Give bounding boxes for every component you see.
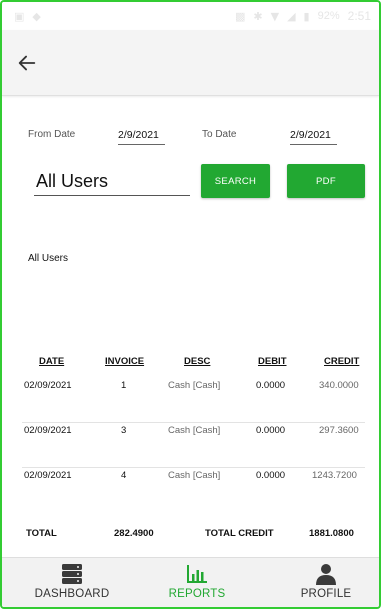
table-row: 02/09/2021 3 Cash [Cash] 0.0000 297.3600 — [2, 425, 379, 445]
header-credit: CREDIT — [324, 356, 360, 367]
date-filter-row: From Date 2/9/2021 To Date 2/9/2021 — [2, 126, 379, 146]
selected-user-caption: All Users — [28, 253, 69, 264]
row-desc: Cash [Cash] — [168, 470, 221, 481]
row-divider — [22, 467, 365, 468]
header-debit: DEBIT — [258, 356, 287, 367]
vibrate-icon: ▩ — [234, 9, 246, 23]
table-row: 02/09/2021 4 Cash [Cash] 0.0000 1243.720… — [2, 470, 379, 490]
bar-chart-icon — [187, 565, 207, 583]
total-credit: 1881.0800 — [309, 528, 354, 539]
row-divider — [22, 422, 365, 423]
status-right: ▩ ✱ ▼ ◢ ▮ 92% 2:51 — [235, 9, 371, 23]
bluetooth-icon: ✱ — [253, 9, 263, 23]
app-bar — [2, 30, 379, 96]
row-debit: 0.0000 — [256, 425, 286, 436]
header-invoice: INVOICE — [105, 356, 145, 367]
row-credit: 297.3600 — [319, 425, 359, 436]
row-invoice: 4 — [121, 470, 127, 481]
total-credit-label: TOTAL CREDIT — [205, 528, 274, 539]
nav-dashboard-label: DASHBOARD — [34, 588, 110, 600]
status-left: ▣ ◆ — [14, 10, 41, 23]
to-date-field[interactable]: 2/9/2021 — [290, 129, 337, 145]
battery-percent: 92% — [317, 10, 340, 22]
status-bar: ▣ ◆ ▩ ✱ ▼ ◢ ▮ 92% 2:51 — [2, 2, 379, 30]
row-invoice: 1 — [121, 380, 127, 391]
total-debit: 282.4900 — [114, 528, 154, 539]
signal-icon: ◢ — [287, 9, 296, 23]
header-date: DATE — [39, 356, 65, 367]
row-date: 02/09/2021 — [24, 425, 72, 436]
from-date-field[interactable]: 2/9/2021 — [118, 129, 165, 145]
app-frame: ▣ ◆ ▩ ✱ ▼ ◢ ▮ 92% 2:51 From Date 2/9/202… — [0, 0, 381, 609]
user-select-field[interactable] — [34, 168, 190, 196]
nav-reports[interactable]: REPORTS — [152, 558, 242, 607]
row-date: 02/09/2021 — [24, 380, 72, 391]
to-date-label: To Date — [202, 129, 237, 140]
row-desc: Cash [Cash] — [168, 380, 221, 391]
header-desc: DESC — [184, 356, 211, 367]
total-label: TOTAL — [26, 528, 57, 539]
nav-profile-label: PROFILE — [300, 588, 352, 600]
pdf-button[interactable]: PDF — [287, 164, 365, 198]
back-arrow-icon[interactable] — [16, 52, 38, 74]
row-credit: 340.0000 — [319, 380, 359, 391]
nav-reports-label: REPORTS — [168, 588, 226, 600]
from-date-label: From Date — [28, 129, 76, 140]
wifi-icon: ▼ — [270, 9, 280, 23]
message-icon: ▣ — [14, 9, 25, 23]
bottom-nav: DASHBOARD REPORTS PROFILE — [2, 557, 379, 607]
battery-icon: ▮ — [303, 9, 310, 23]
nav-profile[interactable]: PROFILE — [289, 558, 363, 607]
row-debit: 0.0000 — [256, 470, 286, 481]
server-stack-icon — [62, 564, 82, 584]
table-row: 02/09/2021 1 Cash [Cash] 0.0000 340.0000 — [2, 380, 379, 400]
person-icon — [316, 564, 336, 585]
row-invoice: 3 — [121, 425, 127, 436]
nav-dashboard[interactable]: DASHBOARD — [24, 558, 120, 607]
row-credit: 1243.7200 — [312, 470, 357, 481]
clock: 2:51 — [347, 9, 371, 23]
row-desc: Cash [Cash] — [168, 425, 221, 436]
row-debit: 0.0000 — [256, 380, 286, 391]
search-button[interactable]: SEARCH — [201, 164, 270, 198]
row-date: 02/09/2021 — [24, 470, 72, 481]
nav-diamond-icon: ◆ — [32, 9, 41, 23]
